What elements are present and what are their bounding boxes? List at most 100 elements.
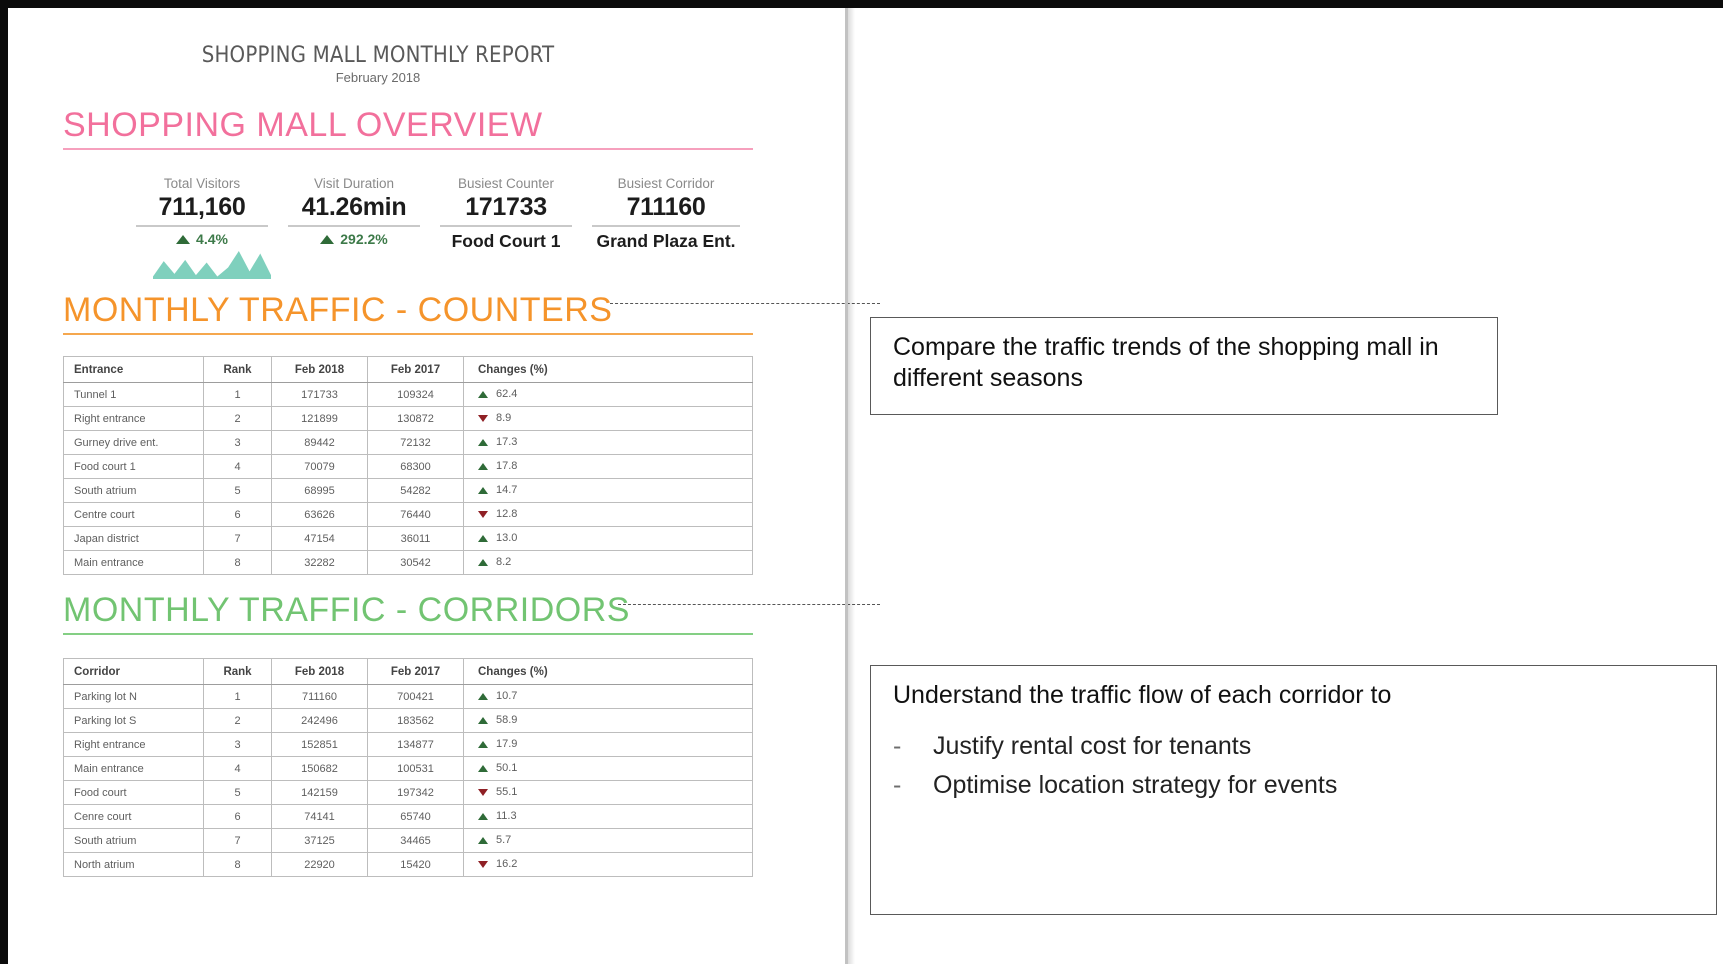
column-header: Changes (%) bbox=[463, 658, 753, 685]
cell-change: 17.8 bbox=[463, 454, 753, 479]
cell-feb-2017: 54282 bbox=[367, 478, 464, 503]
kpi-busiest-counter: Busiest Counter 171733 Food Court 1 bbox=[430, 176, 582, 252]
table-row: Gurney drive ent. 3 89442 72132 17.3 bbox=[63, 430, 753, 455]
pane-divider-shadow bbox=[848, 8, 855, 964]
column-header: Feb 2018 bbox=[271, 356, 368, 383]
list-item-label: Justify rental cost for tenants bbox=[933, 732, 1252, 761]
kpi-sub-value: Food Court 1 bbox=[451, 231, 561, 251]
cell-change: 50.1 bbox=[463, 756, 753, 781]
cell-change: 13.0 bbox=[463, 526, 753, 551]
change-value: 13.0 bbox=[496, 532, 518, 545]
cell-name: South atrium bbox=[63, 478, 204, 503]
change-value: 8.9 bbox=[496, 412, 512, 425]
cell-feb-2017: 68300 bbox=[367, 454, 464, 479]
cell-feb-2017: 183562 bbox=[367, 708, 464, 733]
cell-change: 17.9 bbox=[463, 732, 753, 757]
cell-feb-2018: 142159 bbox=[271, 780, 368, 805]
cell-rank: 1 bbox=[203, 684, 272, 709]
cell-name: Centre court bbox=[63, 502, 204, 527]
kpi-delta-value: 292.2% bbox=[340, 231, 388, 247]
cell-feb-2018: 242496 bbox=[271, 708, 368, 733]
cell-rank: 1 bbox=[203, 382, 272, 407]
cell-feb-2018: 63626 bbox=[271, 502, 368, 527]
cell-rank: 8 bbox=[203, 852, 272, 877]
cell-feb-2018: 74141 bbox=[271, 804, 368, 829]
section-overview: SHOPPING MALL OVERVIEW bbox=[63, 107, 753, 150]
list-item: - Optimise location strategy for events bbox=[893, 766, 1694, 805]
cell-feb-2017: 76440 bbox=[367, 502, 464, 527]
cell-change: 5.7 bbox=[463, 828, 753, 853]
cell-feb-2018: 150682 bbox=[271, 756, 368, 781]
cell-feb-2018: 152851 bbox=[271, 732, 368, 757]
cell-name: Gurney drive ent. bbox=[63, 430, 204, 455]
table-row: Cenre court 6 74141 65740 11.3 bbox=[63, 804, 753, 829]
triangle-up-icon bbox=[478, 716, 488, 724]
cell-name: Tunnel 1 bbox=[63, 382, 204, 407]
cell-rank: 2 bbox=[203, 708, 272, 733]
cell-feb-2018: 22920 bbox=[271, 852, 368, 877]
cell-feb-2017: 700421 bbox=[367, 684, 464, 709]
kpi-row: Total Visitors 711,160 4.4% Visit Durati… bbox=[126, 176, 750, 252]
callout-counters[interactable]: Compare the traffic trends of the shoppi… bbox=[870, 317, 1498, 415]
report-title: SHOPPING MALL MONTHLY REPORT bbox=[201, 43, 555, 68]
kpi-value: 171733 bbox=[465, 193, 547, 221]
cell-feb-2018: 47154 bbox=[271, 526, 368, 551]
cell-rank: 3 bbox=[203, 732, 272, 757]
sparkline-chart bbox=[153, 251, 271, 279]
cell-name: Parking lot S bbox=[63, 708, 204, 733]
cell-feb-2018: 89442 bbox=[271, 430, 368, 455]
table-row: Centre court 6 63626 76440 12.8 bbox=[63, 502, 753, 527]
kpi-visit-duration: Visit Duration 41.26min 292.2% bbox=[278, 176, 430, 252]
cell-feb-2017: 15420 bbox=[367, 852, 464, 877]
cell-name: Right entrance bbox=[63, 732, 204, 757]
cell-feb-2017: 134877 bbox=[367, 732, 464, 757]
triangle-up-icon bbox=[176, 234, 191, 244]
column-header: Corridor bbox=[63, 658, 204, 685]
cell-name: Main entrance bbox=[63, 756, 204, 781]
callout-corridors[interactable]: Understand the traffic flow of each corr… bbox=[870, 665, 1717, 915]
change-value: 16.2 bbox=[496, 858, 518, 871]
cell-rank: 8 bbox=[203, 550, 272, 575]
kpi-underline bbox=[592, 225, 740, 227]
cell-name: South atrium bbox=[63, 828, 204, 853]
connector-corridors bbox=[618, 604, 880, 605]
change-value: 8.2 bbox=[496, 556, 512, 569]
triangle-up-icon bbox=[478, 462, 488, 470]
cell-feb-2018: 171733 bbox=[271, 382, 368, 407]
table-row: Tunnel 1 1 171733 109324 62.4 bbox=[63, 382, 753, 407]
slide-root: SHOPPING MALL MONTHLY REPORT February 20… bbox=[0, 0, 1723, 964]
table-header-row: Entrance Rank Feb 2018 Feb 2017 Changes (%) bbox=[63, 356, 753, 383]
table-row: Right entrance 2 121899 130872 8.9 bbox=[63, 406, 753, 431]
table-row: Japan district 7 47154 36011 13.0 bbox=[63, 526, 753, 551]
triangle-up-icon bbox=[478, 764, 488, 772]
cell-feb-2018: 37125 bbox=[271, 828, 368, 853]
kpi-label: Visit Duration bbox=[313, 176, 395, 191]
cell-name: Parking lot N bbox=[63, 684, 204, 709]
cell-name: Right entrance bbox=[63, 406, 204, 431]
table-row: Main entrance 8 32282 30542 8.2 bbox=[63, 550, 753, 575]
kpi-delta: 292.2% bbox=[282, 231, 426, 247]
triangle-down-icon bbox=[478, 414, 488, 422]
cell-feb-2017: 130872 bbox=[367, 406, 464, 431]
table-row: North atrium 8 22920 15420 16.2 bbox=[63, 852, 753, 877]
kpi-delta: 4.4% bbox=[130, 231, 274, 247]
callout-corridors-list: - Justify rental cost for tenants - Opti… bbox=[893, 727, 1694, 805]
list-item-label: Optimise location strategy for events bbox=[933, 771, 1338, 799]
kpi-label: Busiest Counter bbox=[457, 176, 555, 191]
triangle-up-icon bbox=[478, 390, 488, 398]
cell-rank: 7 bbox=[203, 526, 272, 551]
cell-feb-2017: 30542 bbox=[367, 550, 464, 575]
change-value: 14.7 bbox=[496, 484, 518, 497]
triangle-up-icon bbox=[320, 234, 335, 244]
column-header: Feb 2017 bbox=[367, 356, 464, 383]
callout-counters-text: Compare the traffic trends of the shoppi… bbox=[893, 333, 1439, 393]
cell-rank: 7 bbox=[203, 828, 272, 853]
table-row: Parking lot N 1 711160 700421 10.7 bbox=[63, 684, 753, 709]
cell-change: 8.9 bbox=[463, 406, 753, 431]
kpi-total-visitors: Total Visitors 711,160 4.4% bbox=[126, 176, 278, 252]
triangle-up-icon bbox=[478, 486, 488, 494]
triangle-up-icon bbox=[478, 534, 488, 542]
table-row: South atrium 7 37125 34465 5.7 bbox=[63, 828, 753, 853]
cell-change: 11.3 bbox=[463, 804, 753, 829]
kpi-label: Busiest Corridor bbox=[617, 176, 715, 191]
